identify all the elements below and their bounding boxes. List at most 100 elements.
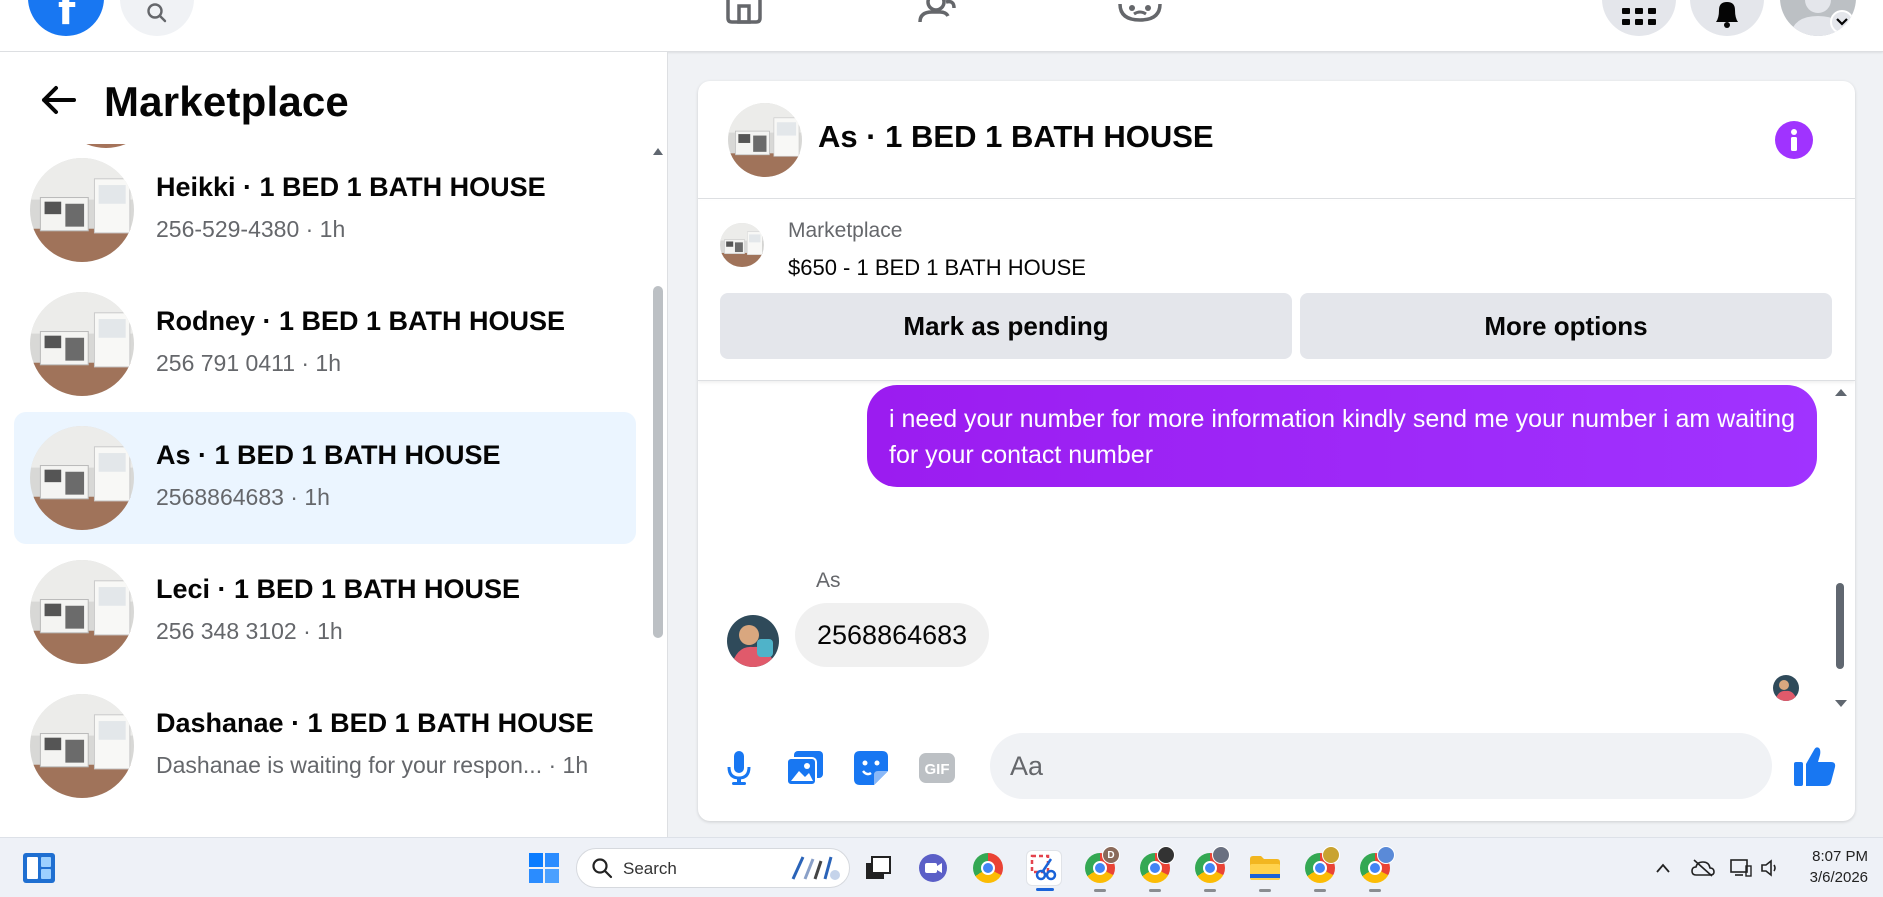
conversation-thumbnail	[30, 426, 134, 530]
profile-avatar-badge	[1377, 846, 1395, 864]
onedrive-status[interactable]	[1690, 856, 1716, 880]
task-view-icon	[866, 856, 891, 879]
conversation-row[interactable]: Dashanae · 1 BED 1 BATH HOUSE Dashanae is…	[14, 680, 636, 812]
taskbar-chrome[interactable]	[970, 850, 1006, 886]
message-thread-scrollbar[interactable]	[1834, 383, 1848, 713]
taskbar-chrome-profile-3[interactable]	[1192, 846, 1230, 892]
show-hidden-icons-button[interactable]	[1650, 856, 1676, 880]
network-icon	[1730, 859, 1752, 877]
friends-icon[interactable]	[916, 0, 964, 24]
scrollbar-thumb[interactable]	[653, 286, 663, 638]
page-title: Marketplace	[104, 78, 349, 125]
taskbar-task-view[interactable]	[860, 850, 896, 886]
profile-avatar[interactable]	[1780, 0, 1856, 36]
conversation-row[interactable]: Heikki · 1 BED 1 BATH HOUSE 256-529-4380 …	[14, 144, 636, 276]
taskbar-chrome-profile-5[interactable]	[1357, 846, 1395, 892]
conversation-row[interactable]: As · 1 BED 1 BATH HOUSE 2568864683 · 1h	[14, 412, 636, 544]
home-icon[interactable]	[720, 0, 768, 24]
taskbar-search-box[interactable]: Search	[576, 848, 850, 888]
conversation-thumbnail	[30, 158, 134, 262]
taskbar-chrome-profile-d[interactable]: D	[1082, 846, 1120, 892]
conversation-title[interactable]: As · 1 BED 1 BATH HOUSE	[818, 119, 1214, 155]
chevron-up-icon	[1656, 863, 1670, 873]
conversation-list-scrollbar[interactable]	[652, 144, 664, 837]
conversation-header: As · 1 BED 1 BATH HOUSE	[698, 81, 1855, 199]
taskbar-chrome-profile-4[interactable]	[1302, 846, 1340, 892]
marketplace-inbox-panel: Marketplace Heikki · 1 BED 1 BATH HOUSE 2…	[0, 52, 668, 837]
conversation-preview: 256-529-4380 · 1h	[156, 216, 346, 242]
mark-as-pending-button[interactable]: Mark as pending	[720, 293, 1292, 359]
volume-control[interactable]	[1758, 856, 1784, 880]
chevron-down-icon	[1836, 18, 1848, 26]
network-status[interactable]	[1728, 856, 1754, 880]
listing-photo	[30, 426, 134, 530]
attach-photo-button[interactable]	[784, 747, 826, 789]
listing-small-thumbnail[interactable]	[720, 223, 764, 267]
profile-badge: D	[1102, 846, 1120, 864]
notifications-button[interactable]	[1690, 0, 1764, 36]
conversation-thumbnail	[30, 292, 134, 396]
sender-photo	[727, 615, 779, 667]
photo-icon	[787, 751, 823, 785]
conversation-name: As · 1 BED 1 BATH HOUSE	[156, 440, 501, 470]
scrollbar-thumb[interactable]	[1836, 583, 1844, 669]
cloud-offline-icon	[1691, 859, 1715, 877]
message-input-container[interactable]	[990, 733, 1772, 799]
panel-header: Marketplace	[0, 52, 668, 144]
active-indicator	[1036, 888, 1054, 891]
scroll-up-arrow-icon[interactable]	[1834, 387, 1848, 397]
outgoing-message: i need your number for more information …	[867, 385, 1817, 487]
listing-photo	[720, 223, 764, 267]
thumbs-up-icon	[1794, 747, 1836, 786]
taskbar-search-label: Search	[623, 859, 677, 878]
profile-avatar-badge	[1157, 846, 1175, 864]
more-options-button[interactable]: More options	[1300, 293, 1832, 359]
gif-icon: GIF	[919, 753, 955, 783]
send-like-button[interactable]	[1792, 743, 1838, 789]
notifications-bell-icon	[1716, 2, 1738, 28]
running-indicator	[1314, 889, 1326, 892]
conversation-info-button[interactable]	[1775, 121, 1813, 159]
profile-avatar-badge	[1322, 846, 1340, 864]
windows-taskbar: Search D 8:07 PM 3/6/2026	[0, 837, 1883, 897]
taskbar-snipping-tool[interactable]	[1026, 850, 1062, 891]
taskbar-meet-app[interactable]	[915, 850, 951, 886]
scroll-up-arrow-icon[interactable]	[652, 146, 664, 156]
conversation-name: Rodney · 1 BED 1 BATH HOUSE	[156, 306, 566, 336]
sticker-icon	[854, 751, 888, 785]
gif-button[interactable]: GIF	[916, 747, 958, 789]
seen-photo	[1773, 675, 1799, 701]
scroll-down-arrow-icon[interactable]	[1834, 699, 1848, 709]
chrome-icon	[973, 853, 1003, 883]
conversation-name: Heikki · 1 BED 1 BATH HOUSE	[156, 172, 546, 202]
menu-button[interactable]	[1602, 0, 1676, 36]
menu-grid-icon	[1622, 8, 1656, 25]
clock-time: 8:07 PM	[1812, 848, 1868, 865]
conversation-row[interactable]: Rodney · 1 BED 1 BATH HOUSE 256 791 0411 …	[14, 278, 636, 410]
facebook-logo[interactable]: f	[28, 0, 104, 36]
groups-icon[interactable]	[1116, 0, 1164, 24]
svg-text:GIF: GIF	[925, 761, 950, 778]
listing-thumbnail[interactable]	[728, 103, 802, 177]
start-button[interactable]	[528, 852, 560, 884]
taskbar-chrome-profile-2[interactable]	[1137, 846, 1175, 892]
back-button[interactable]	[36, 78, 80, 122]
sender-avatar[interactable]	[727, 615, 779, 667]
sticker-button[interactable]	[850, 747, 892, 789]
system-clock[interactable]: 8:07 PM 3/6/2026	[1792, 846, 1868, 888]
microphone-icon	[727, 751, 751, 785]
message-input[interactable]	[1010, 745, 1690, 787]
search-button[interactable]	[120, 0, 194, 36]
message-composer: GIF	[698, 721, 1855, 821]
account-menu-button[interactable]	[1830, 10, 1854, 34]
message-thread[interactable]: i need your number for more information …	[698, 383, 1855, 713]
search-icon	[147, 3, 167, 23]
conversation-list[interactable]: Heikki · 1 BED 1 BATH HOUSE 256-529-4380 …	[0, 144, 650, 837]
conversation-row[interactable]: Leci · 1 BED 1 BATH HOUSE 256 348 3102 · …	[14, 546, 636, 678]
widgets-button[interactable]	[22, 852, 56, 884]
listing-price-title[interactable]: $650 - 1 BED 1 BATH HOUSE	[788, 255, 1086, 281]
voice-clip-button[interactable]	[718, 747, 760, 789]
windows-logo-icon	[529, 853, 559, 883]
taskbar-file-explorer[interactable]	[1247, 850, 1283, 892]
listing-photo	[30, 560, 134, 664]
